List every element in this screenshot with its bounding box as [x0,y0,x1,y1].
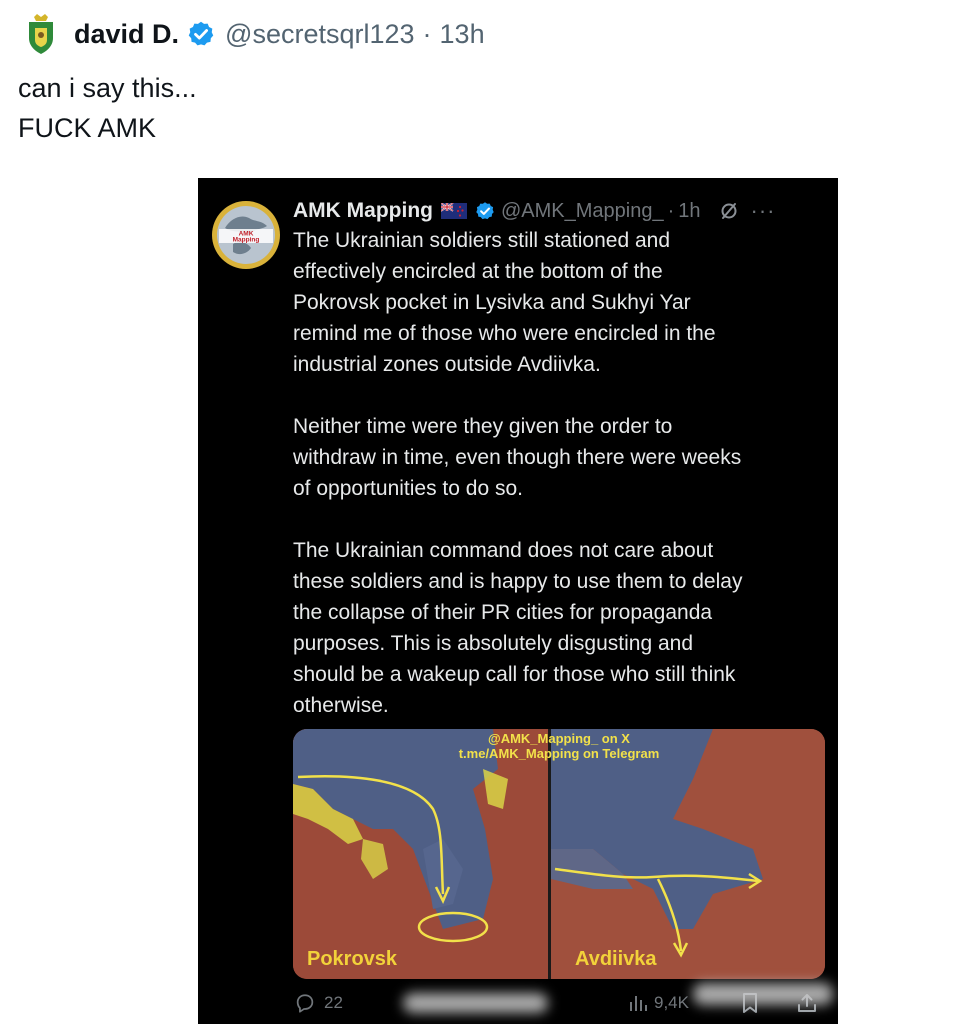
redaction-blur [693,983,833,1005]
embedded-post-screenshot[interactable]: AMK Mapping AMK Mapping @AMK_Mapping_ · … [198,178,838,1024]
embedded-post-timestamp[interactable]: 1h [678,200,700,223]
map-label-pokrovsk: Pokrovsk [307,948,398,970]
embedded-author-name[interactable]: AMK Mapping [293,199,433,223]
text-line: of opportunities to do so. [293,477,523,500]
text-line: The Ukrainian soldiers still stationed a… [293,229,671,252]
text-paragraph: The Ukrainian soldiers still stationed a… [293,225,828,380]
separator-dot: · [667,199,675,222]
text-line: industrial zones outside Avdiivka. [293,353,601,376]
map-graphic [293,729,825,979]
post-text-line: can i say this... [18,73,197,103]
text-line: Pokrovsk pocket in Lysivka and Sukhyi Ya… [293,291,691,314]
text-paragraph: The Ukrainian command does not care abou… [293,535,828,721]
more-options-icon[interactable]: ··· [751,198,776,224]
text-line: these soldiers and is happy to use them … [293,570,743,593]
separator-dot: · [422,18,432,49]
author-handle[interactable]: @secretsqrl123 [225,19,415,50]
text-line: purposes. This is absolutely disgusting … [293,632,694,655]
amk-mapping-avatar[interactable]: AMK Mapping [211,200,281,270]
caption-line: t.me/AMK_Mapping on Telegram [458,746,660,761]
redaction-blur [403,993,548,1013]
views-count: 9,4K [654,993,689,1012]
map-label-avdiivka: Avdiivka [575,948,657,970]
verified-badge-icon [188,21,214,46]
text-line: remind me of those who were encircled in… [293,322,716,345]
avatar-text: Mapping [233,237,260,244]
caption-line: @AMK_Mapping_ on X [488,731,630,746]
text-line: effectively encircled at the bottom of t… [293,260,663,283]
views-chart-icon [630,996,647,1011]
new-zealand-flag-icon [440,203,467,219]
map-watermark-caption: @AMK_Mapping_ on X t.me/AMK_Mapping on T… [293,731,825,761]
text-line: withdraw in time, even though there were… [293,446,742,469]
author-name[interactable]: david D. [74,19,179,50]
embedded-post-text: The Ukrainian soldiers still stationed a… [293,225,828,721]
verified-badge-icon [476,202,494,220]
map-comparison-image[interactable]: @AMK_Mapping_ on X t.me/AMK_Mapping on T… [293,729,825,979]
post-text-line: FUCK AMK [18,113,157,143]
text-line: The Ukrainian command does not care abou… [293,539,714,562]
post-text: can i say this... FUCK AMK [18,68,197,148]
reply-button[interactable]: 22 [294,990,343,1016]
reply-count: 22 [324,993,343,1012]
outer-tweet-header: david D. @secretsqrl123 · 13h [26,12,485,56]
coat-of-arms-icon[interactable] [26,14,56,54]
text-line: the collapse of their PR cities for prop… [293,601,713,624]
embedded-post-header: AMK Mapping @AMK_Mapping_ · 1h ··· [293,196,776,226]
post-timestamp[interactable]: 13h [440,19,485,50]
text-line: otherwise. [293,694,389,717]
views-button[interactable]: 9,4K [628,990,689,1016]
text-paragraph: Neither time were they given the order t… [293,411,828,504]
embedded-author-handle[interactable]: @AMK_Mapping_ [501,200,664,223]
reply-icon [296,994,314,1013]
text-line: should be a wakeup call for those who st… [293,663,736,686]
grok-icon[interactable] [719,201,739,221]
text-line: Neither time were they given the order t… [293,415,673,438]
